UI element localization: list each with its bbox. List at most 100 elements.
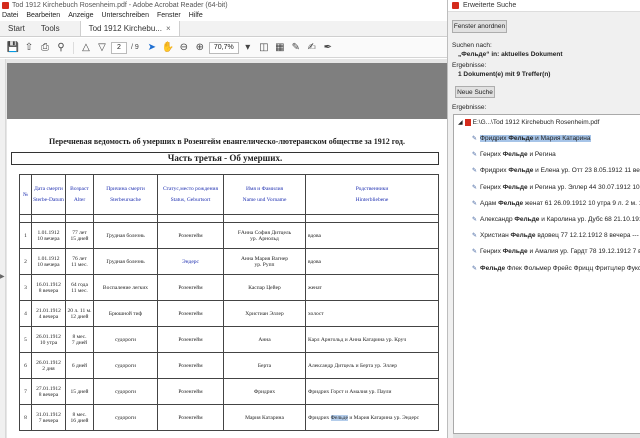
table-cell-place: Розенгейм <box>157 404 224 431</box>
search-result-item[interactable]: ✎ Александр Фельде и Каролина ур. Дубс 68… <box>472 216 640 223</box>
table-cell-rel: холост <box>305 300 439 327</box>
result-file[interactable]: ◢ E:\G...\Tod 1912 Kirchebuch Rosenheim.… <box>458 119 599 126</box>
table-cell-rel: вдова <box>305 222 439 249</box>
search-result-item[interactable]: ✎ Фельде Флек Фольмер Фрейс Фрицц Фритцле… <box>472 265 640 272</box>
advanced-search-panel: Erweiterte Suche Fenster anordnen Suchen… <box>447 0 640 438</box>
close-icon[interactable]: × <box>166 24 171 33</box>
tab-tools[interactable]: Tools <box>33 21 68 36</box>
fit-page-icon[interactable]: ◫ <box>257 41 271 55</box>
table-cell-n: 1 <box>19 222 32 249</box>
table-cell-place: Розенгейм <box>157 222 224 249</box>
menu-bearbeiten[interactable]: Bearbeiten <box>26 12 60 19</box>
tab-bar: Start Tools Tod 1912 Kirchebu... × <box>0 21 447 37</box>
column-header: Возраст Alter <box>65 174 94 215</box>
zoom-in-icon[interactable]: ⊕ <box>193 41 207 55</box>
search-icon[interactable]: ⚲ <box>54 41 68 55</box>
table-cell-rel: Александр Дитцель и Берта ур. Эллер <box>305 352 439 379</box>
acrobat-icon <box>452 2 459 9</box>
result-text: Фридрих Фельде и Елена ур. Отт 23 8.05.1… <box>480 167 640 175</box>
pdf-page: Перечневая ведомость об умерших в Розенг… <box>7 63 447 438</box>
table-cell-cause: Грудная болезнь <box>93 222 158 249</box>
table-row: 1 1.01.1912 10 вечера 77 лет 15 дней Грудна… <box>19 222 439 249</box>
sign-icon[interactable]: ✒ <box>321 41 335 55</box>
result-text: Фридрих Фельде и Мария Катарина <box>480 135 591 142</box>
zoom-input[interactable]: 70,7% <box>208 41 239 54</box>
table-cell-cause: судороги <box>93 352 158 379</box>
highlight-icon[interactable]: ✍ <box>305 41 319 55</box>
expand-left-panel-icon[interactable]: ▶ <box>0 273 5 280</box>
column-header: Имя и Фамилия Name und Vorname <box>223 174 306 215</box>
results-label-2: Ergebnisse: <box>452 104 487 111</box>
result-text: Генрих Фельде и Регина ур. Эллер 44 30.0… <box>480 183 640 191</box>
menu-datei[interactable]: Datei <box>2 12 18 19</box>
table-cell-date: 31.01.1912 7 вечера <box>31 404 66 431</box>
previous-page-icon[interactable]: △ <box>79 41 93 55</box>
table-cell <box>65 214 94 223</box>
table-row: 7 27.01.1912 8 вечера 15 дней судороги Розен… <box>19 378 439 405</box>
table-spacer-row <box>19 214 439 223</box>
hand-tool-icon[interactable]: ✋ <box>161 41 175 55</box>
table-cell-n: 8 <box>19 404 32 431</box>
zoom-out-icon[interactable]: ⊖ <box>177 41 191 55</box>
search-result-item[interactable]: ✎ Христиан Фельде вдовец 77 12.12.1912 8 … <box>472 232 640 239</box>
table-cell-n: 3 <box>19 274 32 301</box>
search-result-item[interactable]: ✎ Адам Фельде женат 61 26.09.1912 10 утра… <box>472 200 640 207</box>
result-hit-icon: ✎ <box>472 265 478 272</box>
searched-label: Suchen nach: <box>452 42 492 49</box>
column-header: Причина смерти Sterbeursache <box>93 174 158 215</box>
scroll-mode-icon[interactable]: ▦ <box>273 41 287 55</box>
search-result-item[interactable]: ✎ Генрих Фельде и Регина ур. Эллер 44 30.… <box>472 184 640 191</box>
menu-fenster[interactable]: Fenster <box>157 12 181 19</box>
table-cell-rel: женат <box>305 274 439 301</box>
menu-hilfe[interactable]: Hilfe <box>189 12 203 19</box>
menu-anzeige[interactable]: Anzeige <box>68 12 93 19</box>
page-number-input[interactable]: 2 <box>111 41 127 54</box>
document-area[interactable]: ▶ Перечневая ведомость об умерших в Розе… <box>0 59 447 438</box>
comment-icon[interactable]: ✎ <box>289 41 303 55</box>
table-cell-place: Розенгейм <box>157 300 224 327</box>
table-cell-age: 64 года 11 мес. <box>65 274 94 301</box>
table-cell <box>31 214 66 223</box>
print-icon[interactable]: ⎙ <box>38 41 52 55</box>
searched-value: „Фельде“ in: aktuelles Dokument <box>458 51 563 58</box>
result-text: Фельде Флек Фольмер Фрейс Фрицц Фритцлер… <box>480 264 640 272</box>
page-header-gray <box>7 63 447 119</box>
menu-unterschreiben[interactable]: Unterschreiben <box>102 12 149 19</box>
collapse-icon[interactable]: ◢ <box>458 119 463 126</box>
result-hit-icon: ✎ <box>472 217 478 223</box>
share-icon[interactable]: ⇧ <box>22 41 36 55</box>
zoom-dropdown-icon[interactable]: ▾ <box>241 41 255 55</box>
table-cell-age: 15 дней <box>65 378 94 405</box>
table-cell-name: Анна Мария Вагнер ур. Рупп <box>223 248 306 275</box>
table-cell <box>157 214 224 223</box>
new-search-button[interactable]: Neue Suche <box>455 86 495 98</box>
results-list[interactable]: ◢ E:\G...\Tod 1912 Kirchebuch Rosenheim.… <box>453 114 640 434</box>
toolbar-divider <box>73 41 74 54</box>
next-page-icon[interactable]: ▽ <box>95 41 109 55</box>
tab-document[interactable]: Tod 1912 Kirchebu... × <box>79 21 180 36</box>
result-hit-icon: ✎ <box>472 249 478 256</box>
table-cell-n: 4 <box>19 300 32 327</box>
column-header: № <box>19 174 32 215</box>
search-result-item[interactable]: ✎ Генрих Фельде и Регина <box>472 151 556 158</box>
cursor-icon[interactable]: ➤ <box>145 41 159 55</box>
left-nav-strip[interactable] <box>0 59 6 438</box>
search-result-item[interactable]: ✎ Фридрих Фельде и Мария Катарина <box>472 135 591 142</box>
arrange-windows-button[interactable]: Fenster anordnen <box>452 20 507 33</box>
table-cell <box>19 214 32 223</box>
table-cell-rel: Фридрих Горст и Амалия ур. Паули <box>305 378 439 405</box>
search-result-item[interactable]: ✎ Генрих Фельде и Амалия ур. Гардт 78 19.… <box>472 248 640 255</box>
results-summary: 1 Dokument(e) mit 9 Treffer(n) <box>458 71 551 78</box>
result-text: Александр Фельде и Каролина ур. Дубс 68 … <box>480 216 640 223</box>
search-result-item[interactable]: ✎ Фридрих Фельде и Елена ур. Отт 23 8.05.… <box>472 167 640 174</box>
table-row: 2 1.01.1912 10 вечера 76 лет 11 мес. Грудна… <box>19 248 439 275</box>
result-hit-icon: ✎ <box>472 184 478 191</box>
horizontal-scrollbar[interactable] <box>453 434 640 438</box>
column-header: Дата смерти Sterbe-Datum <box>31 174 66 215</box>
table-cell-date: 27.01.1912 8 вечера <box>31 378 66 405</box>
table-cell-rel: вдова <box>305 248 439 275</box>
result-text: Генрих Фельде и Регина <box>480 151 556 159</box>
tab-start[interactable]: Start <box>0 21 33 36</box>
table-cell-place: Розенгейм <box>157 326 224 353</box>
save-icon[interactable]: 💾 <box>6 41 20 55</box>
